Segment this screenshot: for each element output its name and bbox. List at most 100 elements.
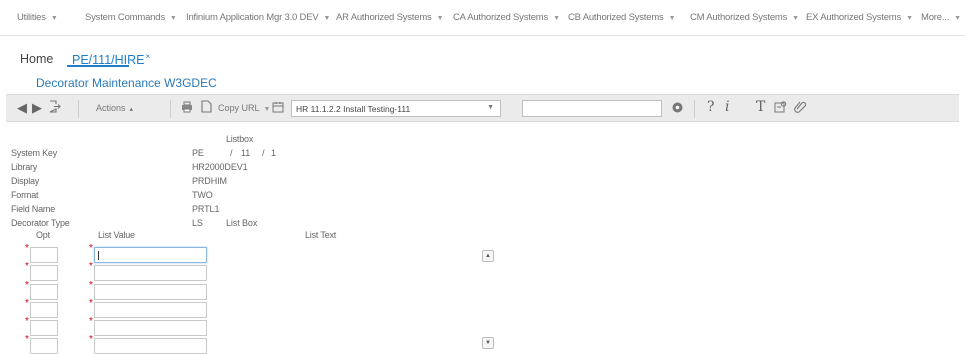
- chevron-down-icon: ▼: [792, 15, 799, 22]
- opt-input[interactable]: [30, 320, 58, 336]
- system-key-separator: /: [230, 148, 233, 158]
- library-value: HR2000DEV1: [192, 162, 248, 172]
- menu-label: CB Authorized Systems: [568, 12, 664, 23]
- chevron-down-icon: ▼: [487, 104, 494, 111]
- opt-input[interactable]: [30, 338, 58, 354]
- required-marker: *: [89, 280, 93, 291]
- calendar-icon[interactable]: [272, 101, 284, 116]
- field-name-value: PRTL1: [192, 204, 220, 214]
- text-icon[interactable]: T: [756, 99, 765, 115]
- menu-utilities[interactable]: Utilities ▼: [17, 12, 58, 23]
- system-key-label: System Key: [11, 148, 58, 158]
- menu-label: More...: [921, 12, 950, 23]
- system-key-value-3: 1: [271, 148, 276, 158]
- page-title: Decorator Maintenance W3GDEC: [36, 76, 217, 90]
- decorator-type-desc: List Box: [226, 218, 258, 228]
- active-tab-indicator: [67, 65, 129, 67]
- chevron-down-icon: ▼: [436, 15, 444, 22]
- menu-label: CM Authorized Systems: [690, 12, 788, 23]
- system-key-separator: /: [262, 148, 265, 158]
- library-label: Library: [11, 162, 38, 172]
- menu-label: Infinium Application Mgr 3.0 DEV: [186, 12, 319, 23]
- menu-ar-authorized[interactable]: AR Authorized Systems ▼: [336, 12, 444, 23]
- copy-icon[interactable]: [201, 100, 212, 116]
- menu-ex-authorized[interactable]: EX Authorized Systems ▼: [806, 12, 913, 23]
- copy-url-menu[interactable]: Copy URL ▼: [218, 103, 270, 113]
- system-key-value-1: PE: [192, 148, 204, 158]
- opt-input[interactable]: [30, 247, 58, 263]
- chevron-down-icon: ▼: [50, 15, 58, 22]
- exit-icon[interactable]: [49, 100, 61, 116]
- toolbar: ◀ ▶ Actions ▴ Copy URL ▼ HR 11.1.2.2 Insta…: [6, 94, 959, 122]
- required-marker: *: [25, 243, 29, 254]
- chevron-down-icon: ▼: [323, 15, 331, 22]
- chevron-down-icon: ▼: [263, 106, 271, 113]
- info-icon[interactable]: i: [725, 99, 729, 115]
- required-marker: *: [89, 316, 93, 327]
- search-input[interactable]: [522, 100, 662, 117]
- display-label: Display: [11, 176, 40, 186]
- list-value-input[interactable]: [94, 338, 207, 354]
- help-icon[interactable]: ?: [707, 99, 715, 115]
- scroll-down-button[interactable]: ▼: [482, 337, 494, 349]
- list-value-input[interactable]: [94, 265, 207, 281]
- required-marker: *: [89, 298, 93, 309]
- required-marker: *: [89, 261, 93, 272]
- actions-menu[interactable]: Actions ▴: [96, 103, 133, 113]
- required-marker: *: [89, 334, 93, 345]
- environment-select[interactable]: HR 11.1.2.2 Install Testing-111 ▼: [291, 100, 501, 117]
- required-marker: *: [89, 243, 93, 254]
- field-name-label: Field Name: [11, 204, 56, 214]
- chevron-down-icon: ▴: [129, 106, 134, 113]
- menu-infinium-app-mgr[interactable]: Infinium Application Mgr 3.0 DEV ▼: [186, 12, 330, 23]
- list-value-input[interactable]: [94, 320, 207, 336]
- menu-label: AR Authorized Systems: [336, 12, 432, 23]
- opt-input[interactable]: [30, 284, 58, 300]
- print-icon[interactable]: [181, 101, 193, 116]
- toolbar-divider: [170, 100, 171, 118]
- close-icon[interactable]: ×: [146, 52, 151, 61]
- list-value-input[interactable]: [94, 247, 207, 263]
- opt-input[interactable]: [30, 265, 58, 281]
- format-value: TWO: [192, 190, 213, 200]
- required-marker: *: [25, 316, 29, 327]
- column-header-opt: Opt: [36, 230, 50, 240]
- chevron-down-icon: ▼: [169, 15, 177, 22]
- link-icon[interactable]: [793, 100, 807, 116]
- scroll-up-button[interactable]: ▲: [482, 250, 494, 262]
- menu-label: Utilities: [17, 12, 46, 23]
- system-key-value-2: 11: [241, 148, 251, 158]
- decorator-type-value: LS: [192, 218, 203, 228]
- forward-icon[interactable]: ▶: [32, 100, 42, 116]
- menu-label: System Commands: [85, 12, 165, 23]
- column-header-list-text: List Text: [305, 230, 337, 240]
- back-icon[interactable]: ◀: [17, 100, 27, 116]
- go-icon[interactable]: [672, 101, 683, 116]
- menu-label: CA Authorized Systems: [453, 12, 549, 23]
- settings-icon[interactable]: [774, 101, 787, 116]
- chevron-down-icon: ▼: [553, 15, 560, 22]
- list-value-input[interactable]: [94, 302, 207, 318]
- chevron-down-icon: ▼: [954, 15, 961, 22]
- column-header-list-value: List Value: [98, 230, 135, 240]
- toolbar-divider: [78, 100, 79, 118]
- required-marker: *: [25, 298, 29, 309]
- decorator-type-label: Decorator Type: [11, 218, 70, 228]
- toolbar-divider: [694, 100, 695, 118]
- opt-input[interactable]: [30, 302, 58, 318]
- top-menu-bar: Utilities ▼ System Commands ▼ Infinium App…: [0, 0, 965, 36]
- actions-label: Actions: [96, 103, 126, 113]
- menu-cm-authorized[interactable]: CM Authorized Systems ▼: [690, 12, 799, 23]
- required-marker: *: [25, 280, 29, 291]
- copy-url-label: Copy URL: [218, 103, 260, 113]
- menu-system-commands[interactable]: System Commands ▼: [85, 12, 177, 23]
- format-label: Format: [11, 190, 39, 200]
- menu-ca-authorized[interactable]: CA Authorized Systems ▼: [453, 12, 560, 23]
- list-value-input[interactable]: [94, 284, 207, 300]
- chevron-down-icon: ▼: [668, 15, 676, 22]
- environment-value: HR 11.1.2.2 Install Testing-111: [296, 104, 411, 114]
- menu-cb-authorized[interactable]: CB Authorized Systems ▼: [568, 12, 676, 23]
- tab-home[interactable]: Home: [20, 52, 53, 66]
- required-marker: *: [25, 261, 29, 272]
- menu-more[interactable]: More... ▼: [921, 12, 961, 23]
